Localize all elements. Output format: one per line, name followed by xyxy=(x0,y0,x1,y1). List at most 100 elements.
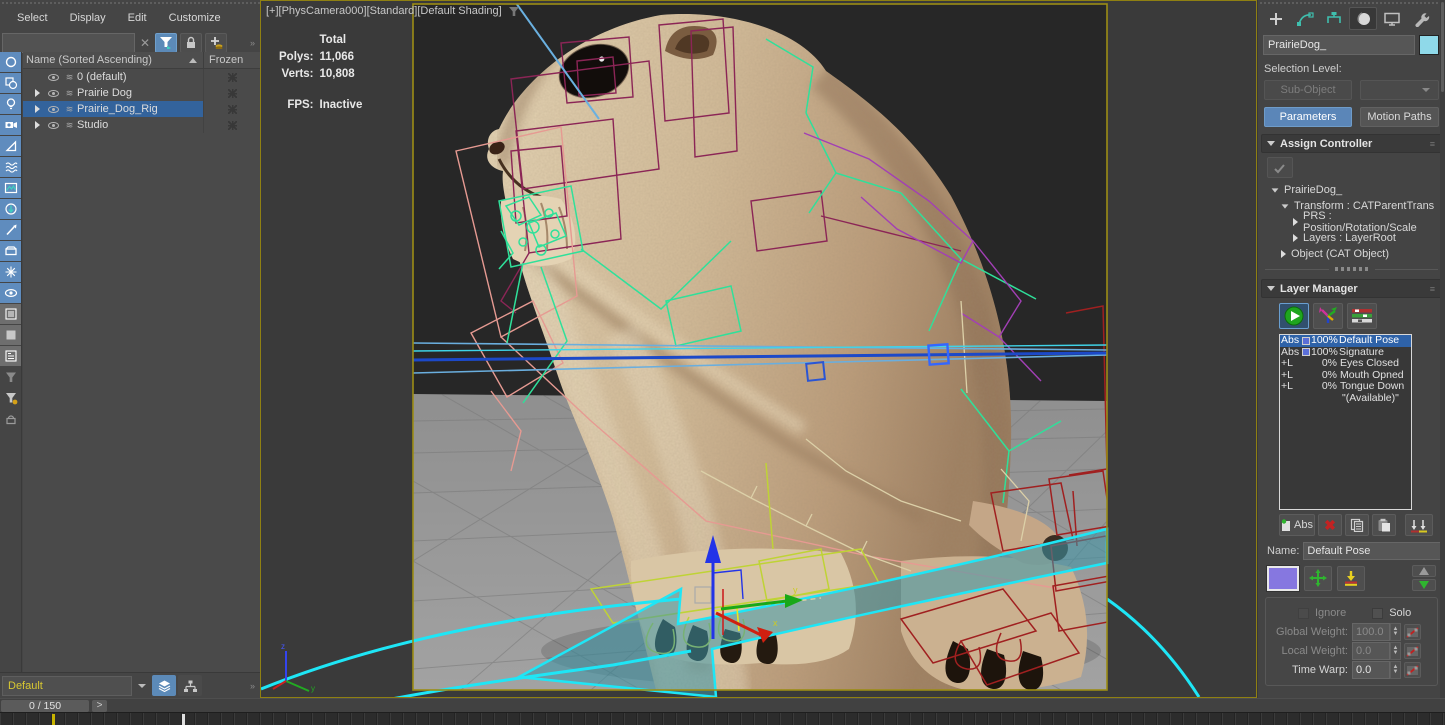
ignore-checkbox[interactable] xyxy=(1298,608,1309,619)
display-thumbnail-icon[interactable] xyxy=(0,325,21,345)
tab-motion[interactable] xyxy=(1349,7,1377,30)
tree-expand-icon[interactable] xyxy=(1293,234,1298,242)
filter-helpers-icon[interactable] xyxy=(0,136,21,156)
toolbar-overflow-chevron[interactable]: » xyxy=(250,681,258,691)
tree-expand-icon[interactable] xyxy=(1272,188,1279,192)
frozen-cell[interactable] xyxy=(203,101,260,117)
anim-layer-dropdown[interactable]: Default xyxy=(2,676,132,696)
viewport-physcamera[interactable]: y x z y [+][PhysCamera000][Standard][Def… xyxy=(260,0,1257,698)
layer-ranges-button[interactable] xyxy=(1347,303,1377,329)
sub-object-dropdown[interactable] xyxy=(1360,80,1439,100)
tab-modify[interactable] xyxy=(1291,7,1319,30)
toolbar-overflow-chevron[interactable]: » xyxy=(250,38,258,48)
assign-controller-button[interactable] xyxy=(1267,157,1293,178)
move-layer-up-button[interactable] xyxy=(1412,565,1436,577)
time-warp-curve-button[interactable] xyxy=(1404,662,1421,678)
time-warp-spinner[interactable]: ▲▼ xyxy=(1390,661,1401,679)
layer-row[interactable]: +L0%Eyes Closed xyxy=(1280,358,1411,370)
quick-filter-icon[interactable] xyxy=(0,367,21,387)
visibility-eye-icon[interactable] xyxy=(45,122,61,129)
filter-toggle-button[interactable] xyxy=(155,33,177,53)
layer-list[interactable]: Abs100%Default Pose Abs100%Signature +L0… xyxy=(1279,334,1412,510)
cat-rig-button[interactable] xyxy=(1313,303,1343,329)
layer-row-selected[interactable]: Abs100%Default Pose xyxy=(1280,335,1411,347)
tab-hierarchy[interactable] xyxy=(1320,7,1348,30)
time-warp-field[interactable] xyxy=(1352,661,1390,679)
move-layer-down-button[interactable] xyxy=(1412,579,1436,591)
expand-arrow-icon[interactable] xyxy=(23,105,45,113)
object-color-swatch[interactable] xyxy=(1419,35,1439,55)
tree-item-prs[interactable]: PRS : Position/Rotation/Scale xyxy=(1269,214,1442,230)
add-abs-layer-button[interactable]: Abs xyxy=(1279,514,1315,536)
tab-create[interactable] xyxy=(1262,7,1290,30)
filter-shapes-icon[interactable] xyxy=(0,73,21,93)
rollout-menu-icon[interactable]: ≡ xyxy=(1430,139,1436,149)
tree-item-object[interactable]: Object (CAT Object) xyxy=(1269,246,1442,262)
filter-lights-icon[interactable] xyxy=(0,94,21,114)
tree-expand-icon[interactable] xyxy=(1281,250,1286,258)
layer-color-chip[interactable] xyxy=(1302,337,1310,345)
menu-customize[interactable]: Customize xyxy=(160,10,230,26)
visibility-eye-icon[interactable] xyxy=(45,106,61,113)
rollout-resize-splitter[interactable] xyxy=(1261,264,1442,274)
parameters-button[interactable]: Parameters xyxy=(1264,107,1352,127)
anim-layers-button[interactable] xyxy=(152,675,176,696)
visibility-eye-icon[interactable] xyxy=(45,90,61,97)
filter-config-icon[interactable] xyxy=(0,388,21,408)
transform-layer-button[interactable] xyxy=(1304,566,1332,591)
global-weight-field[interactable] xyxy=(1352,623,1390,641)
display-list-view-icon[interactable] xyxy=(0,304,21,324)
delete-layer-button[interactable]: ✖ xyxy=(1318,514,1342,536)
schematic-view-button[interactable] xyxy=(178,675,202,696)
table-row[interactable]: ≋0 (default) xyxy=(23,69,260,85)
menu-select[interactable]: Select xyxy=(8,10,57,26)
layer-row-available[interactable]: "(Available)" xyxy=(1280,393,1411,405)
motion-paths-button[interactable]: Motion Paths xyxy=(1360,107,1439,127)
table-row[interactable]: ≋Prairie Dog xyxy=(23,85,260,101)
copy-layer-button[interactable] xyxy=(1345,514,1369,536)
time-slider-handle[interactable]: 0 / 150 xyxy=(1,700,89,712)
explorer-header-row[interactable]: Name (Sorted Ascending) Frozen xyxy=(23,52,260,69)
expand-arrow-icon[interactable] xyxy=(23,89,45,97)
paste-layer-button[interactable] xyxy=(1372,514,1396,536)
filter-cameras-icon[interactable] xyxy=(0,115,21,135)
panel-scrollbar[interactable] xyxy=(1440,0,1445,712)
frozen-cell[interactable] xyxy=(203,117,260,133)
local-weight-curve-button[interactable] xyxy=(1404,643,1421,659)
global-weight-spinner[interactable]: ▲▼ xyxy=(1390,623,1401,641)
column-frozen[interactable]: Frozen xyxy=(203,52,260,68)
tab-display[interactable] xyxy=(1378,7,1406,30)
expand-arrow-icon[interactable] xyxy=(23,121,45,129)
rollout-menu-icon[interactable]: ≡ xyxy=(1430,284,1436,294)
tree-expand-icon[interactable] xyxy=(1282,204,1289,208)
paste-to-rig-button[interactable] xyxy=(1405,514,1433,536)
menu-display[interactable]: Display xyxy=(61,10,115,26)
insert-layer-button[interactable] xyxy=(1337,566,1365,591)
filter-groups-icon[interactable] xyxy=(0,178,21,198)
solo-checkbox[interactable] xyxy=(1372,608,1383,619)
filter-hidden-icon[interactable] xyxy=(0,283,21,303)
frozen-cell[interactable] xyxy=(203,69,260,85)
tree-item-root[interactable]: PrairieDog_ xyxy=(1269,182,1442,198)
column-name[interactable]: Name (Sorted Ascending) xyxy=(26,54,152,66)
tree-expand-icon[interactable] xyxy=(1293,218,1298,226)
clear-search-icon[interactable]: ✕ xyxy=(138,36,152,50)
layer-name-field[interactable] xyxy=(1303,542,1445,560)
display-detail-view-icon[interactable] xyxy=(0,346,21,366)
filter-frozen-icon[interactable] xyxy=(0,262,21,282)
viewport-label[interactable]: [+][PhysCamera000][Standard][Default Sha… xyxy=(266,5,520,17)
sub-object-button[interactable]: Sub-Object xyxy=(1264,80,1352,100)
filter-geometry-icon[interactable] xyxy=(0,52,21,72)
viewport-filter-icon[interactable] xyxy=(508,6,520,17)
filter-containers-icon[interactable] xyxy=(0,241,21,261)
assign-controller-header[interactable]: Assign Controller ≡ xyxy=(1261,134,1442,153)
global-weight-curve-button[interactable] xyxy=(1404,624,1421,640)
layer-manager-header[interactable]: Layer Manager ≡ xyxy=(1261,279,1442,298)
filter-spacewarps-icon[interactable] xyxy=(0,157,21,177)
table-row[interactable]: ≋Studio xyxy=(23,117,260,133)
menu-edit[interactable]: Edit xyxy=(119,10,156,26)
layer-row[interactable]: +L0%Tongue Down xyxy=(1280,381,1411,393)
setup-animation-mode-button[interactable] xyxy=(1279,303,1309,329)
frozen-cell[interactable] xyxy=(203,85,260,101)
collect-icon[interactable] xyxy=(0,409,21,429)
